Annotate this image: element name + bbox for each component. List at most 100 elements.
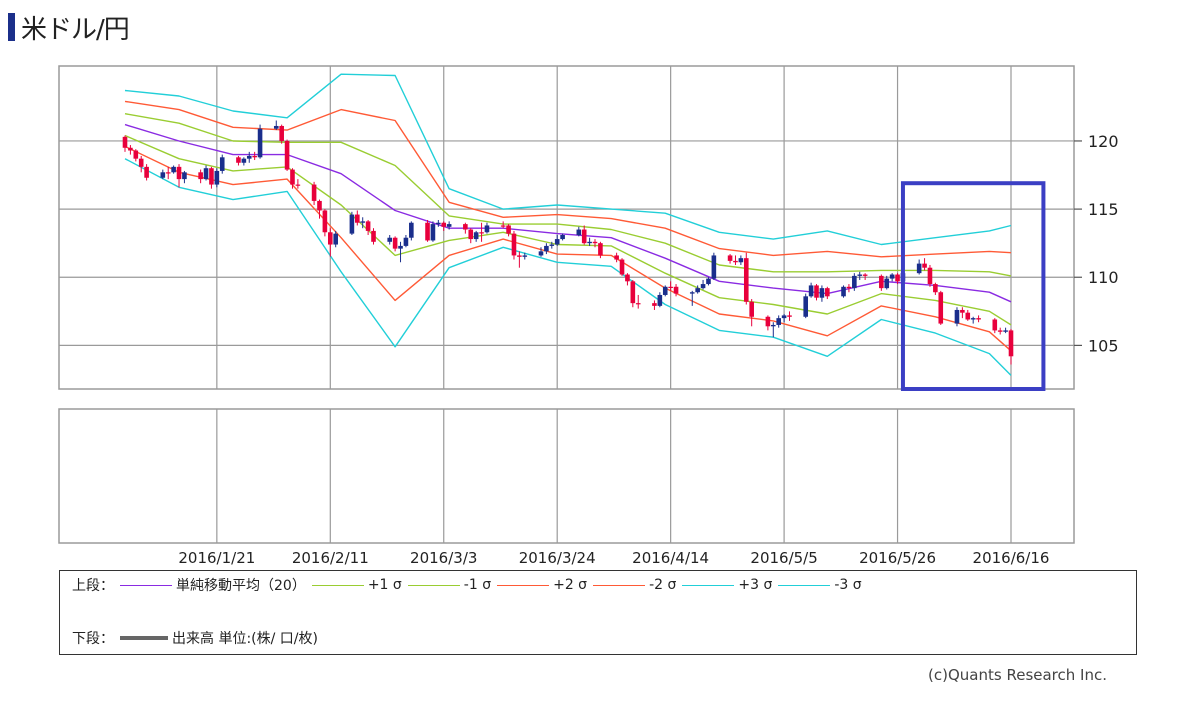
candle-body (1008, 330, 1014, 357)
legend-lower-label: 下段： (72, 631, 114, 647)
candle-body (473, 232, 479, 240)
candle-body (198, 172, 203, 180)
candle-body (252, 155, 257, 158)
candle-body (387, 237, 393, 242)
candle-body (587, 241, 592, 244)
candle-body (311, 184, 317, 201)
candle-body (554, 239, 560, 245)
candle-body (479, 232, 484, 234)
legend-item: -1 σ (402, 577, 491, 593)
candle-body (743, 258, 749, 302)
candle-body (727, 255, 733, 261)
x-tick-label: 2016/6/16 (973, 549, 1050, 567)
candle-body (706, 278, 711, 285)
candle-body (257, 128, 263, 158)
legend-item: +3 σ (676, 577, 772, 593)
legend-item: -2 σ (587, 577, 676, 593)
candle-body (209, 168, 214, 185)
candle-body (657, 294, 663, 306)
candle-body (349, 214, 355, 234)
candle-body (879, 275, 884, 289)
candle-body (846, 286, 852, 289)
candle-body (884, 278, 890, 289)
candle-body (852, 275, 857, 289)
candle-body (997, 330, 1003, 332)
legend-item-label: 単純移動平均（20） (176, 578, 306, 594)
candle-body (635, 303, 641, 305)
candle-body (965, 312, 971, 320)
y-tick-label: 110 (1088, 268, 1119, 287)
candle-body (619, 259, 625, 275)
y-tick-label: 120 (1088, 132, 1119, 151)
candle-body (933, 284, 938, 293)
candle-body (695, 288, 700, 293)
candle-body (668, 286, 673, 288)
candle-body (711, 255, 717, 279)
candle-body (295, 184, 301, 186)
candle-body (808, 285, 814, 297)
candle-body (857, 274, 863, 276)
candle-body (327, 232, 333, 245)
candle-body (273, 125, 279, 129)
x-tick-label: 2016/4/14 (632, 549, 709, 567)
candle-body (630, 281, 636, 304)
candle-body (446, 224, 452, 227)
candle-body (290, 169, 295, 185)
x-tick-label: 2016/2/11 (292, 549, 369, 567)
candle-body (781, 315, 787, 319)
candle-body (317, 200, 322, 211)
candle-body (549, 244, 555, 246)
candle-body (889, 274, 895, 279)
candle-body (954, 309, 960, 324)
candle-body (895, 274, 900, 282)
legend-item-label: -3 σ (834, 577, 862, 593)
candle-body (916, 263, 922, 274)
candle-body (144, 166, 149, 178)
candle-body (176, 166, 182, 180)
candle-body (770, 324, 776, 327)
legend-swatch (407, 584, 460, 586)
x-axis: 2016/1/21 2016/2/11 2016/3/3 2016/3/24 2016/… (178, 549, 1049, 567)
candle-body (392, 237, 398, 249)
candle-body (689, 292, 695, 294)
candle-body (581, 229, 587, 244)
legend-item: +1 σ (306, 577, 402, 593)
candle-body (592, 241, 598, 244)
legend-item: 単純移動平均（20） (114, 575, 306, 595)
candle-body (165, 172, 171, 174)
legend-item: +2 σ (491, 577, 587, 593)
candle-body (662, 286, 668, 295)
legend-volume-swatch (120, 636, 168, 640)
candle-body (160, 172, 166, 178)
legend-item-label: +3 σ (738, 577, 773, 593)
candle-body (803, 296, 809, 317)
candle-body (733, 260, 738, 263)
candle-body (425, 222, 430, 241)
candle-body (468, 229, 474, 240)
candle-body (409, 222, 414, 238)
candle-body (511, 233, 517, 256)
lower-plot-frame (58, 408, 1075, 544)
candle-body (219, 157, 225, 171)
candle-body (182, 172, 187, 180)
candle-body (922, 263, 927, 268)
candle-body (787, 315, 792, 317)
legend-swatch (497, 584, 550, 586)
candle-body (841, 286, 846, 297)
candle-body (970, 318, 976, 320)
candle-body (992, 319, 998, 331)
candle-body (825, 288, 830, 297)
legend-swatch (120, 584, 172, 586)
candle-body (436, 222, 441, 225)
candle-body (128, 147, 133, 151)
legend-item-label: -2 σ (649, 577, 677, 593)
candle-body (203, 168, 209, 180)
candle-body (976, 318, 981, 320)
legend-swatch (778, 584, 831, 586)
legend-upper-row: 上段： 単純移動平均（20） +1 σ -1 σ +2 σ -2 σ +3 σ -3 σ (72, 575, 862, 595)
candle-body (246, 155, 252, 159)
candle-body (765, 316, 771, 327)
candle-body (749, 301, 754, 317)
candle-body (673, 286, 679, 294)
candle-body (430, 224, 436, 241)
